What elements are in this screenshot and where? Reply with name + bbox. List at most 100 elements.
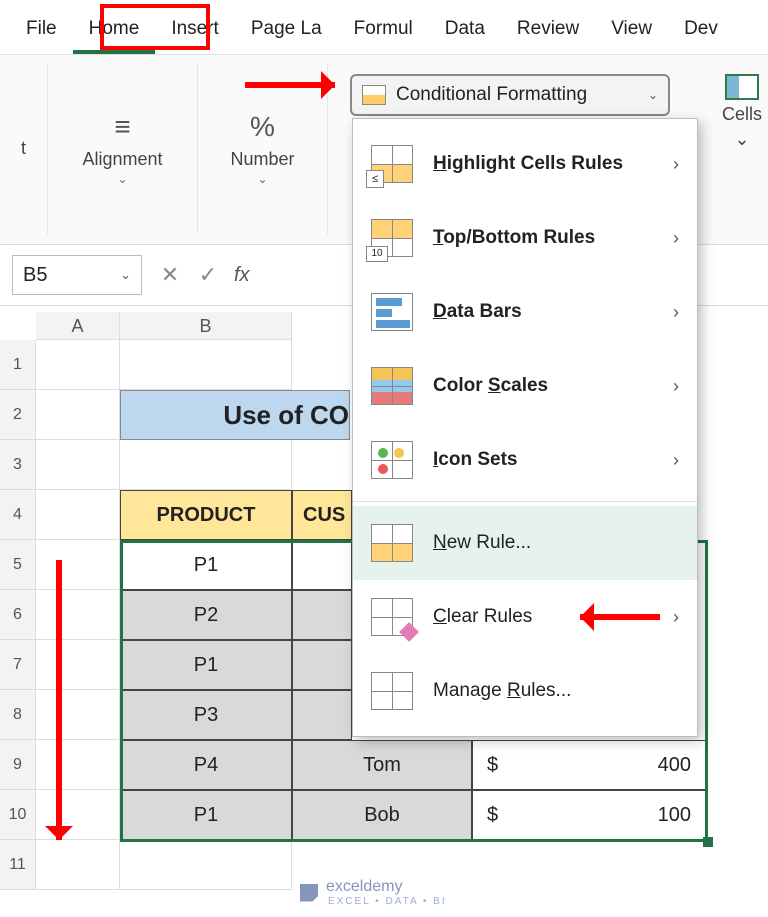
cell-product[interactable]: P1: [120, 540, 292, 590]
tab-view[interactable]: View: [595, 10, 668, 54]
cell[interactable]: [36, 740, 120, 790]
menu-label: Top/Bottom Rules: [433, 227, 595, 249]
cell-amount[interactable]: $ 100: [472, 790, 706, 840]
menu-label: Color Scales: [433, 375, 548, 397]
menu-label: New Rule...: [433, 532, 531, 554]
row-header[interactable]: 11: [0, 840, 36, 890]
manage-rules-icon: [371, 672, 413, 710]
menu-new-rule[interactable]: New Rule...: [353, 506, 697, 580]
tab-formulas[interactable]: Formul: [338, 10, 429, 54]
row-header[interactable]: 7: [0, 640, 36, 690]
cell[interactable]: [36, 490, 120, 540]
cell[interactable]: [36, 540, 120, 590]
menu-data-bars[interactable]: Data Bars ›: [353, 275, 697, 349]
row-header[interactable]: 10: [0, 790, 36, 840]
number-label: Number: [230, 149, 294, 170]
watermark-tag: EXCEL • DATA • BI: [328, 896, 447, 907]
cell[interactable]: [36, 340, 120, 390]
menu-label: Data Bars: [433, 301, 522, 323]
conditional-formatting-button[interactable]: Conditional Formatting ⌄: [350, 74, 670, 116]
col-header-A[interactable]: A: [36, 312, 120, 340]
badge-le: ≤: [366, 170, 384, 188]
header-product[interactable]: PRODUCT: [120, 490, 292, 540]
chevron-down-icon: ⌄: [120, 267, 131, 283]
cell-customer[interactable]: [292, 640, 352, 690]
grid-row: P1 Bob $ 100: [36, 790, 768, 840]
cell-product[interactable]: P4: [120, 740, 292, 790]
header-customer[interactable]: CUS: [292, 490, 352, 540]
cell-customer[interactable]: Bob: [292, 790, 472, 840]
title-banner[interactable]: Use of CO: [120, 390, 350, 440]
tab-pagelayout[interactable]: Page La: [235, 10, 338, 54]
menu-separator: [353, 501, 697, 502]
menu-label: Highlight Cells Rules: [433, 153, 623, 175]
name-box[interactable]: B5 ⌄: [12, 255, 142, 295]
cell-product[interactable]: P2: [120, 590, 292, 640]
cells-label: Cells: [722, 104, 762, 125]
menu-manage-rules[interactable]: Manage Rules...: [353, 654, 697, 728]
menu-icon-sets[interactable]: Icon Sets ›: [353, 423, 697, 497]
cell[interactable]: [36, 390, 120, 440]
name-box-value: B5: [23, 264, 47, 287]
icon-sets-icon: [371, 441, 413, 479]
cell-customer[interactable]: [292, 540, 352, 590]
cell-product[interactable]: P1: [120, 790, 292, 840]
formula-bar-buttons: ✕ ✓ fx: [148, 262, 250, 288]
cell-customer[interactable]: [292, 590, 352, 640]
cell-customer[interactable]: Tom: [292, 740, 472, 790]
row-headers: 1 2 3 4 5 6 7 8 9 10 11: [0, 340, 36, 890]
cell[interactable]: [36, 440, 120, 490]
row-header[interactable]: 3: [0, 440, 36, 490]
cancel-formula-button[interactable]: ✕: [158, 262, 182, 288]
new-rule-icon: [371, 524, 413, 562]
tab-file[interactable]: File: [10, 10, 73, 54]
chevron-right-icon: ›: [673, 450, 679, 471]
cell[interactable]: [120, 840, 292, 890]
tab-developer[interactable]: Dev: [668, 10, 734, 54]
menu-label: Icon Sets: [433, 449, 517, 471]
ribbon-group-cells[interactable]: Cells ⌄: [722, 74, 762, 150]
menu-label: Clear Rules: [433, 606, 532, 628]
cell[interactable]: [36, 690, 120, 740]
ribbon-group-alignment[interactable]: ≡ Alignment ⌄: [48, 63, 198, 234]
cell[interactable]: [36, 590, 120, 640]
menu-color-scales[interactable]: Color Scales ›: [353, 349, 697, 423]
row-header[interactable]: 6: [0, 590, 36, 640]
chevron-down-icon: ⌄: [117, 172, 127, 186]
selection-fill-handle[interactable]: [703, 837, 713, 847]
chevron-down-icon: ⌄: [648, 88, 658, 102]
ribbon-group-number[interactable]: % Number ⌄: [198, 63, 328, 234]
cell[interactable]: [36, 640, 120, 690]
row-header[interactable]: 8: [0, 690, 36, 740]
row-header[interactable]: 4: [0, 490, 36, 540]
currency-symbol: $: [487, 754, 498, 777]
row-header[interactable]: 9: [0, 740, 36, 790]
watermark-brand: exceldemy: [326, 878, 447, 896]
menu-top-bottom-rules[interactable]: 10 Top/Bottom Rules ›: [353, 201, 697, 275]
cell-customer[interactable]: [292, 690, 352, 740]
row-header[interactable]: 1: [0, 340, 36, 390]
tab-review[interactable]: Review: [501, 10, 595, 54]
percent-icon: %: [250, 111, 275, 143]
conditional-formatting-label: Conditional Formatting: [396, 84, 587, 106]
amount-value: 400: [658, 754, 691, 777]
cell-product[interactable]: P1: [120, 640, 292, 690]
tab-data[interactable]: Data: [429, 10, 501, 54]
accept-formula-button[interactable]: ✓: [196, 262, 220, 288]
cell[interactable]: [120, 340, 292, 390]
row-header[interactable]: 5: [0, 540, 36, 590]
amount-value: 100: [658, 804, 691, 827]
cell[interactable]: [120, 440, 292, 490]
col-header-B[interactable]: B: [120, 312, 292, 340]
fx-icon[interactable]: fx: [234, 264, 250, 287]
row-header[interactable]: 2: [0, 390, 36, 440]
grid-row: P4 Tom $ 400: [36, 740, 768, 790]
menu-highlight-cells-rules[interactable]: ≤ Highlight Cells Rules ›: [353, 127, 697, 201]
annotation-home-highlight: [100, 4, 210, 50]
currency-symbol: $: [487, 804, 498, 827]
annotation-arrow-to-condfmt: [245, 82, 335, 88]
cell-product[interactable]: P3: [120, 690, 292, 740]
ribbon-group-font[interactable]: t: [0, 63, 48, 234]
cell-amount[interactable]: $ 400: [472, 740, 706, 790]
chevron-right-icon: ›: [673, 376, 679, 397]
